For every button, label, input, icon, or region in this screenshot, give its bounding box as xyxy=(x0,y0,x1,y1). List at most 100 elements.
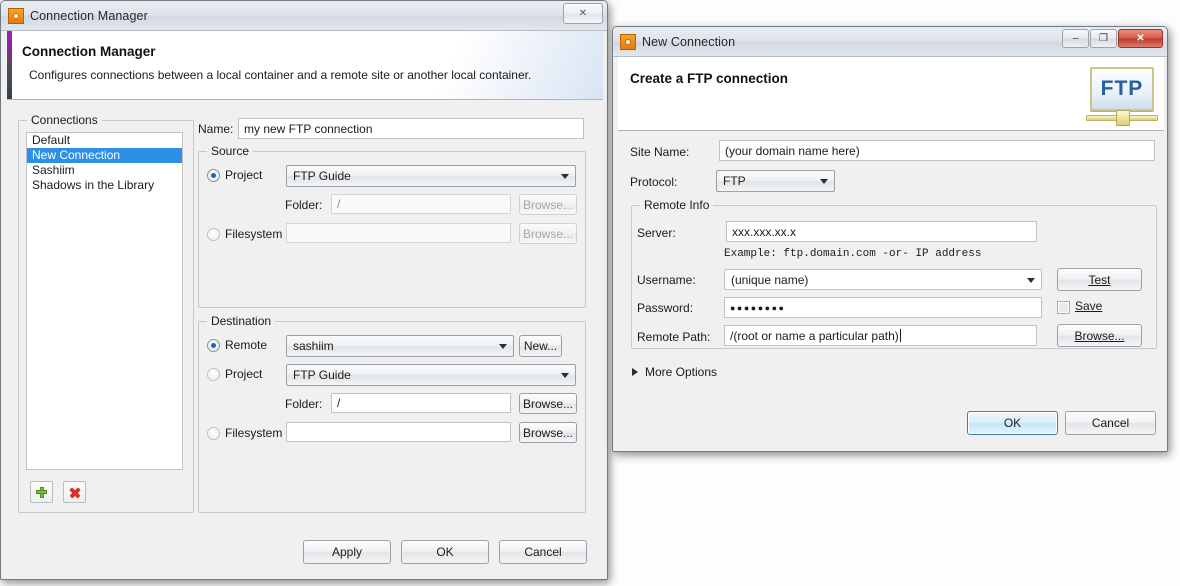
destination-group-label: Destination xyxy=(207,314,276,328)
new-connection-window-buttons: – ❐ ✕ xyxy=(1061,29,1163,48)
save-password-text: Save xyxy=(1075,299,1103,313)
password-input[interactable]: ●●●●●●●● xyxy=(724,297,1042,318)
dialog-ok-button[interactable]: OK xyxy=(967,411,1058,435)
connection-manager-title: Connection Manager xyxy=(30,8,148,23)
destination-filesystem-label: Filesystem xyxy=(225,426,283,440)
remote-info-group-label: Remote Info xyxy=(640,198,714,212)
site-name-input[interactable]: (your domain name here) xyxy=(719,140,1155,161)
destination-folder-label: Folder: xyxy=(285,397,323,411)
text-cursor xyxy=(899,329,901,342)
name-input[interactable]: my new FTP connection xyxy=(238,118,584,139)
connection-manager-window: Connection Manager ✕ Connection Manager … xyxy=(0,0,608,580)
site-name-label: Site Name: xyxy=(630,145,690,159)
test-button-label: Test xyxy=(1088,272,1111,287)
username-label: Username: xyxy=(637,273,696,287)
banner-sheen xyxy=(373,31,603,99)
close-x-icon xyxy=(69,486,81,498)
ftp-logo: FTP xyxy=(1086,67,1162,126)
cancel-button[interactable]: Cancel xyxy=(499,540,587,564)
more-options-toggle[interactable]: More Options xyxy=(645,365,717,379)
server-label: Server: xyxy=(637,226,676,240)
source-filesystem-browse-button[interactable]: Browse... xyxy=(519,223,577,244)
destination-project-radio[interactable] xyxy=(207,368,220,381)
destination-remote-label: Remote xyxy=(225,338,268,352)
source-project-combo-value: FTP Guide xyxy=(293,169,351,183)
source-filesystem-radio[interactable] xyxy=(207,228,220,241)
ftp-logo-node xyxy=(1116,110,1130,126)
list-item[interactable]: New Connection xyxy=(27,148,182,163)
chevron-down-icon xyxy=(561,373,569,378)
gear-icon xyxy=(620,33,636,50)
remove-connection-button[interactable] xyxy=(63,481,86,503)
protocol-combo-value: FTP xyxy=(723,174,746,188)
destination-folder-input[interactable]: / xyxy=(331,393,511,413)
list-item[interactable]: Default xyxy=(27,133,182,148)
remote-path-input[interactable]: /(root or name a particular path) xyxy=(724,325,1037,346)
dialog-cancel-button[interactable]: Cancel xyxy=(1065,411,1156,435)
destination-new-button[interactable]: New... xyxy=(519,335,562,357)
password-label: Password: xyxy=(637,301,694,315)
connection-manager-banner: Connection Manager Configures connection… xyxy=(7,31,603,100)
page-description: Configures connections between a local c… xyxy=(29,68,532,82)
destination-filesystem-input[interactable] xyxy=(286,422,511,442)
destination-project-label: Project xyxy=(225,367,263,381)
source-project-combo[interactable]: FTP Guide xyxy=(286,165,576,187)
new-connection-titlebar: New Connection – ❐ ✕ xyxy=(613,27,1167,57)
server-hint: Example: ftp.domain.com -or- IP address xyxy=(724,247,982,260)
save-password-checkbox[interactable] xyxy=(1057,301,1070,314)
chevron-down-icon xyxy=(499,344,507,349)
remote-path-value: /(root or name a particular path) xyxy=(730,328,899,343)
plus-icon xyxy=(36,486,47,498)
connection-manager-titlebar: Connection Manager ✕ xyxy=(1,1,607,31)
chevron-right-icon[interactable] xyxy=(632,368,638,376)
protocol-combo[interactable]: FTP xyxy=(716,170,835,192)
chevron-down-icon xyxy=(820,179,828,184)
screen: Connection Manager ✕ Connection Manager … xyxy=(0,0,1180,586)
source-filesystem-input[interactable] xyxy=(286,223,511,243)
chevron-down-icon xyxy=(561,174,569,179)
close-icon[interactable]: ✕ xyxy=(563,3,603,24)
server-input[interactable]: xxx.xxx.xx.x xyxy=(726,221,1037,242)
list-item[interactable]: Shadows in the Library xyxy=(27,178,182,193)
destination-project-combo[interactable]: FTP Guide xyxy=(286,364,576,386)
source-project-radio[interactable] xyxy=(207,169,220,182)
source-project-label: Project xyxy=(225,168,263,182)
add-connection-button[interactable] xyxy=(30,481,53,503)
source-group-label: Source xyxy=(207,144,254,158)
protocol-label: Protocol: xyxy=(630,175,678,189)
new-connection-title: New Connection xyxy=(642,34,736,49)
new-connection-window: New Connection – ❐ ✕ Create a FTP connec… xyxy=(612,26,1168,452)
test-button[interactable]: Test xyxy=(1057,268,1142,291)
connections-group-label: Connections xyxy=(27,113,102,127)
remote-path-label: Remote Path: xyxy=(637,330,711,344)
remote-path-browse-label: Browse... xyxy=(1074,328,1125,343)
apply-button[interactable]: Apply xyxy=(303,540,391,564)
save-password-label: Save xyxy=(1075,299,1102,313)
new-connection-banner: Create a FTP connection FTP xyxy=(618,57,1164,131)
close-icon[interactable]: ✕ xyxy=(1118,29,1163,48)
dialog-title: Create a FTP connection xyxy=(630,71,789,86)
banner-accent-bar xyxy=(7,31,12,99)
source-folder-label: Folder: xyxy=(285,198,323,212)
destination-filesystem-browse-button[interactable]: Browse... xyxy=(519,422,577,443)
username-combo-value: (unique name) xyxy=(731,272,809,287)
minimize-icon[interactable]: – xyxy=(1062,29,1089,48)
chevron-down-icon xyxy=(1027,277,1035,283)
source-folder-browse-button[interactable]: Browse... xyxy=(519,194,577,215)
source-folder-input[interactable]: / xyxy=(331,194,511,214)
username-combo[interactable]: (unique name) xyxy=(724,269,1042,290)
destination-folder-browse-button[interactable]: Browse... xyxy=(519,393,577,414)
maximize-icon[interactable]: ❐ xyxy=(1090,29,1117,48)
connections-listbox[interactable]: Default New Connection Sashiim Shadows i… xyxy=(26,132,183,470)
destination-project-combo-value: FTP Guide xyxy=(293,368,351,382)
destination-remote-radio[interactable] xyxy=(207,339,220,352)
name-label: Name: xyxy=(198,122,234,136)
page-title: Connection Manager xyxy=(22,44,156,59)
destination-remote-combo[interactable]: sashiim xyxy=(286,335,514,357)
ftp-logo-screen: FTP xyxy=(1090,67,1154,111)
remote-path-browse-button[interactable]: Browse... xyxy=(1057,324,1142,347)
connection-manager-window-buttons: ✕ xyxy=(562,3,603,24)
list-item[interactable]: Sashiim xyxy=(27,163,182,178)
ok-button[interactable]: OK xyxy=(401,540,489,564)
destination-filesystem-radio[interactable] xyxy=(207,427,220,440)
